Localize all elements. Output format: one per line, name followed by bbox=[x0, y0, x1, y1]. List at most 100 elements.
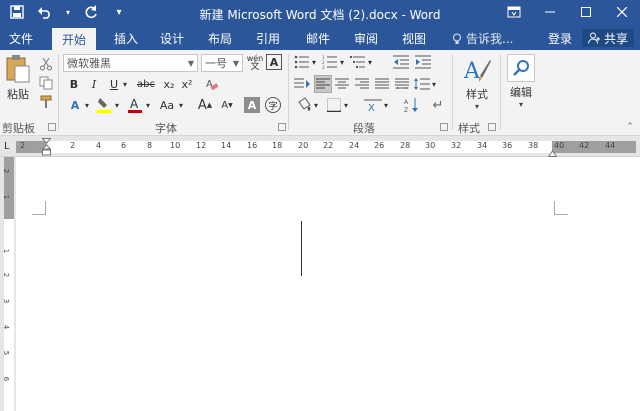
minimize-icon[interactable] bbox=[532, 0, 568, 24]
ruler-number: 38 bbox=[528, 141, 539, 150]
strikethrough-button[interactable]: abc bbox=[135, 77, 157, 91]
tab-references[interactable]: 引用 bbox=[256, 30, 280, 47]
align-right-icon[interactable] bbox=[354, 76, 370, 92]
chevron-down-icon[interactable]: ▾ bbox=[310, 54, 318, 70]
font-size-combo[interactable]: 一号 ▼ bbox=[201, 54, 243, 72]
text-effects-icon[interactable]: A bbox=[68, 97, 82, 113]
sort-icon[interactable]: AZ bbox=[404, 97, 420, 113]
bullets-icon[interactable] bbox=[294, 54, 310, 70]
chevron-down-icon[interactable]: ▾ bbox=[113, 97, 121, 113]
tab-file[interactable]: 文件 bbox=[9, 30, 33, 47]
ruler-number: 20 bbox=[298, 141, 309, 150]
right-indent-marker-icon[interactable] bbox=[547, 147, 558, 157]
distributed-icon[interactable] bbox=[394, 76, 410, 92]
line-spacing-icon[interactable] bbox=[414, 76, 430, 92]
chevron-down-icon[interactable]: ▾ bbox=[342, 97, 350, 113]
chevron-down-icon: ▾ bbox=[474, 102, 479, 111]
chevron-down-icon[interactable]: ▾ bbox=[382, 97, 390, 113]
clear-formatting-icon[interactable]: A bbox=[204, 76, 220, 92]
font-launcher-icon[interactable] bbox=[278, 123, 286, 131]
chinese-layout-icon[interactable] bbox=[294, 76, 310, 92]
restore-icon[interactable] bbox=[496, 0, 532, 24]
italic-button[interactable]: I bbox=[88, 77, 100, 91]
bold-button[interactable]: B bbox=[68, 77, 80, 91]
tab-review[interactable]: 审阅 bbox=[354, 30, 378, 47]
chevron-down-icon: ▼ bbox=[187, 59, 194, 68]
align-center-icon[interactable] bbox=[334, 76, 350, 92]
ruler-number: 34 bbox=[477, 141, 488, 150]
subscript-button[interactable]: x₂ bbox=[162, 77, 176, 91]
char-shading-icon[interactable]: A bbox=[244, 97, 260, 113]
tab-design[interactable]: 设计 bbox=[160, 30, 184, 47]
ruler-number: 5 bbox=[2, 350, 11, 356]
styles-button[interactable]: A 样式 ▾ bbox=[460, 56, 494, 111]
shading-icon[interactable] bbox=[296, 97, 312, 113]
borders-icon[interactable] bbox=[326, 97, 342, 113]
share-button[interactable]: 共享 bbox=[582, 29, 635, 47]
paste-button[interactable]: 粘贴 bbox=[4, 54, 32, 102]
tab-mailings[interactable]: 邮件 bbox=[306, 30, 330, 47]
pinyin-guide-icon[interactable]: wén 文 bbox=[246, 54, 264, 72]
ruler-number: 16 bbox=[247, 141, 258, 150]
ruler-number: 8 bbox=[147, 141, 153, 150]
editing-button[interactable]: 编辑 ▾ bbox=[505, 54, 537, 109]
person-add-icon bbox=[588, 32, 600, 44]
ruler-number: 2 bbox=[2, 272, 11, 278]
chevron-down-icon[interactable]: ▾ bbox=[366, 54, 374, 70]
chevron-down-icon[interactable]: ▾ bbox=[430, 76, 438, 92]
styles-launcher-icon[interactable] bbox=[488, 123, 496, 131]
svg-text:X: X bbox=[368, 103, 375, 113]
char-border-icon[interactable]: A bbox=[266, 54, 282, 70]
tab-view[interactable]: 视图 bbox=[402, 30, 426, 47]
close-icon[interactable] bbox=[604, 0, 640, 24]
highlight-icon[interactable] bbox=[96, 96, 112, 114]
login-link[interactable]: 登录 bbox=[548, 30, 572, 47]
numbering-icon[interactable]: 123 bbox=[322, 54, 338, 70]
underline-button[interactable]: U bbox=[108, 77, 120, 91]
tab-insert[interactable]: 插入 bbox=[114, 30, 138, 47]
clipboard-launcher-icon[interactable] bbox=[48, 123, 56, 131]
styles-icon: A bbox=[463, 59, 491, 84]
indent-marker-icon[interactable] bbox=[41, 138, 52, 156]
chevron-down-icon[interactable]: ▾ bbox=[177, 97, 185, 113]
title-bar: ▾ ▾ 新建 Microsoft Word 文档 (2).docx - Word bbox=[0, 0, 640, 26]
tell-me-box[interactable]: 告诉我... bbox=[452, 30, 513, 47]
chevron-down-icon[interactable]: ▾ bbox=[121, 77, 129, 91]
copy-icon[interactable] bbox=[38, 75, 54, 91]
format-painter-icon[interactable] bbox=[38, 94, 54, 110]
ruler-number: 10 bbox=[170, 141, 181, 150]
group-divider bbox=[288, 54, 289, 130]
font-name-combo[interactable]: 微软雅黑 ▼ bbox=[63, 54, 198, 72]
document-page[interactable] bbox=[16, 157, 640, 411]
superscript-button[interactable]: x² bbox=[180, 77, 194, 91]
svg-text:A: A bbox=[404, 99, 409, 106]
enclose-char-icon[interactable]: 字 bbox=[265, 97, 281, 113]
change-case-button[interactable]: Aa bbox=[158, 97, 176, 113]
font-color-icon[interactable]: A bbox=[127, 96, 143, 114]
paragraph-launcher-icon[interactable] bbox=[440, 123, 448, 131]
ruler-number: 1 bbox=[2, 248, 11, 254]
justify-icon[interactable] bbox=[374, 76, 390, 92]
tab-layout[interactable]: 布局 bbox=[208, 30, 232, 47]
increase-indent-icon[interactable] bbox=[415, 54, 431, 70]
shrink-font-button[interactable]: A ▼ bbox=[220, 97, 234, 113]
asian-layout-icon[interactable]: X bbox=[364, 96, 382, 114]
maximize-icon[interactable] bbox=[568, 0, 604, 24]
chevron-down-icon[interactable]: ▾ bbox=[83, 97, 91, 113]
align-left-icon[interactable] bbox=[314, 75, 332, 93]
collapse-ribbon-icon[interactable]: ⌃ bbox=[624, 122, 636, 132]
show-marks-icon[interactable]: ↵ bbox=[430, 97, 446, 113]
ruler-number: 6 bbox=[2, 376, 11, 382]
ruler-number: 24 bbox=[349, 141, 360, 150]
multilevel-list-icon[interactable] bbox=[350, 54, 366, 70]
tab-home[interactable]: 开始 bbox=[52, 28, 97, 50]
cut-icon[interactable] bbox=[38, 56, 54, 72]
chevron-down-icon[interactable]: ▾ bbox=[144, 97, 152, 113]
tab-selector[interactable]: L bbox=[4, 141, 10, 152]
chevron-down-icon[interactable]: ▾ bbox=[312, 97, 320, 113]
ruler-number: 14 bbox=[221, 141, 232, 150]
decrease-indent-icon[interactable] bbox=[393, 54, 409, 70]
margin-corner-top-right bbox=[554, 201, 568, 215]
chevron-down-icon[interactable]: ▾ bbox=[338, 54, 346, 70]
grow-font-button[interactable]: A ▲ bbox=[198, 97, 212, 113]
